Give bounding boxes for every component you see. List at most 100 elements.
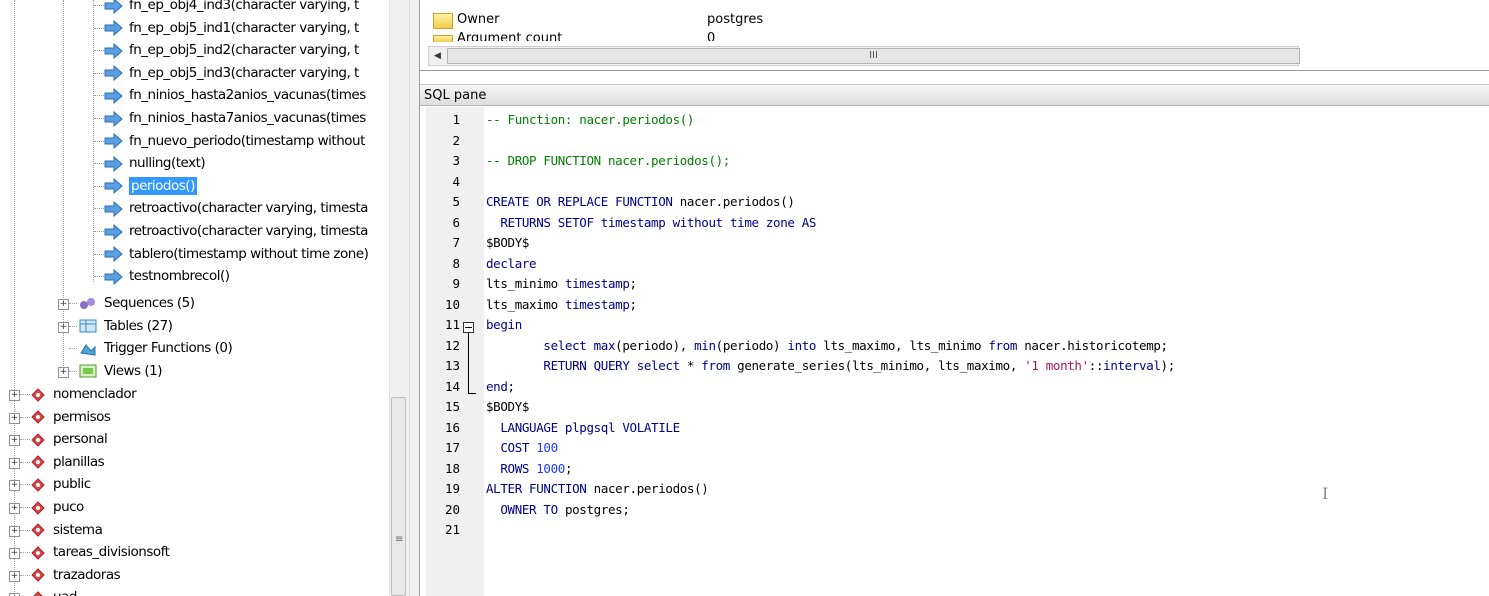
tree-item-label: tareas_divisionsoft <box>53 544 170 561</box>
tree-scrollbar-thumb[interactable] <box>391 397 406 596</box>
tree-item-schema[interactable]: trazadoras <box>31 564 121 587</box>
tree-item-label: nulling(text) <box>129 155 206 172</box>
code-token: timestamp <box>564 276 630 291</box>
tree-item-label: retroactivo(character varying, timesta <box>129 200 368 217</box>
tree-item-function[interactable]: fn_ep_obj4_ind3(character varying, t <box>104 0 359 17</box>
tree-item-collection[interactable]: Sequences (5) <box>78 292 195 315</box>
tree-item-schema[interactable]: permisos <box>31 406 111 429</box>
tree-item-function[interactable]: nulling(text) <box>104 152 206 175</box>
expand-icon[interactable]: + <box>9 480 20 492</box>
code-token: select max <box>543 337 616 353</box>
tree-item-function[interactable]: fn_ninios_hasta7anios_vacunas(times <box>104 107 366 130</box>
schema-icon <box>31 477 45 493</box>
expand-icon[interactable]: + <box>9 457 20 469</box>
tree-branch-line <box>94 163 104 165</box>
function-icon <box>104 200 124 217</box>
code-line: end; <box>486 379 515 394</box>
expand-icon[interactable]: + <box>9 525 20 537</box>
tree-item-label: personal <box>53 431 108 448</box>
expand-icon[interactable]: + <box>9 412 20 424</box>
tree-item-function[interactable]: fn_nuevo_periodo(timestamp without <box>104 130 365 153</box>
tree-item-collection[interactable]: Trigger Functions (0) <box>78 337 233 360</box>
tree-item-function[interactable]: fn_ninios_hasta2anios_vacunas(times <box>104 84 366 107</box>
line-number: 1 <box>452 112 460 127</box>
pane-splitter[interactable] <box>409 0 420 596</box>
tree-item-collection[interactable]: Views (1) <box>78 360 162 383</box>
code-token: ; <box>629 276 638 291</box>
code-token: $BODY$ <box>486 399 530 414</box>
tree-branch-line <box>69 303 77 304</box>
sequences-icon <box>78 296 98 312</box>
code-token: ROWS <box>486 460 537 476</box>
tree-item-label: periodos() <box>129 176 197 195</box>
expand-icon[interactable]: + <box>58 366 69 378</box>
property-name-argcount: Argument count <box>457 31 563 41</box>
tree-guide-line <box>63 0 64 372</box>
expand-icon[interactable]: + <box>58 321 69 333</box>
code-token: '1 month' <box>1024 358 1089 373</box>
tree-item-schema[interactable]: public <box>31 473 91 496</box>
function-icon <box>104 19 124 37</box>
expand-icon[interactable]: + <box>9 435 20 447</box>
code-line: COST 100 <box>486 440 558 455</box>
tree-item-schema[interactable]: nomenclador <box>31 383 137 406</box>
tree-branch-line <box>94 185 104 187</box>
tree-item-function[interactable]: tablero(timestamp without time zone) <box>104 243 369 266</box>
tree-item-label: sistema <box>53 521 103 538</box>
tree-item-label: tablero(timestamp without time zone) <box>129 245 369 262</box>
code-token: timestamp <box>564 296 630 312</box>
properties-scrollbar-thumb[interactable]: III <box>447 48 1300 64</box>
tree-item-function[interactable]: periodos() <box>104 175 197 198</box>
code-line: begin <box>486 317 522 332</box>
schema-icon <box>31 387 45 403</box>
tree-branch-line <box>94 253 104 255</box>
tree-item-schema[interactable]: puco <box>31 496 84 519</box>
expand-icon[interactable]: + <box>9 503 20 514</box>
code-line: ROWS 1000; <box>486 461 572 476</box>
scroll-left-arrow-icon[interactable]: ◀ <box>430 48 445 64</box>
tree-item-schema[interactable]: planillas <box>31 451 105 474</box>
schema-icon <box>31 432 45 448</box>
code-line: declare <box>486 255 537 271</box>
fold-collapse-icon[interactable] <box>463 322 474 333</box>
code-token: declare <box>486 255 537 271</box>
tree-item-label: fn_ep_obj4_ind3(character varying, t <box>129 0 359 13</box>
code-token: -- Function: nacer.periodos() <box>486 112 695 127</box>
tree-item-function[interactable]: fn_ep_obj5_ind3(character varying, t <box>104 62 359 85</box>
tree-item-function[interactable]: fn_ep_obj5_ind2(character varying, t <box>104 39 359 62</box>
line-number: 4 <box>452 173 460 189</box>
code-line: lts_minimo timestamp; <box>486 276 637 291</box>
tree-branch-line <box>94 276 104 278</box>
tree-item-label: Trigger Functions (0) <box>104 340 233 357</box>
tree-item-schema[interactable]: sistema <box>31 519 103 542</box>
line-number: 11 <box>444 317 460 332</box>
tree-item-label: nomenclador <box>53 386 137 402</box>
tree-item-function[interactable]: fn_ep_obj5_ind1(character varying, t <box>104 17 359 40</box>
line-number: 12 <box>444 337 460 353</box>
tree-item-function[interactable]: retroactivo(character varying, timesta <box>104 220 368 243</box>
code-token: RETURN QUERY select <box>543 358 680 373</box>
tree-item-function[interactable]: retroactivo(character varying, timesta <box>104 197 368 220</box>
tree-branch-line <box>94 27 104 29</box>
code-token: end <box>486 378 508 394</box>
object-browser-tree[interactable]: fn_ep_obj4_ind3(character varying, t fn_e… <box>0 0 393 596</box>
code-token: nacer.historicotemp; <box>1017 337 1168 353</box>
expand-icon[interactable]: + <box>9 570 20 582</box>
tree-item-schema[interactable]: uad <box>31 586 77 596</box>
expand-icon[interactable]: + <box>9 548 20 560</box>
tree-item-label: trazadoras <box>53 566 121 583</box>
code-token: from <box>988 337 1018 353</box>
tree-item-label: permisos <box>53 408 111 425</box>
tree-item-collection[interactable]: Tables (27) <box>78 315 173 338</box>
tree-item-schema[interactable]: tareas_divisionsoft <box>31 541 170 564</box>
code-token: into <box>787 337 817 353</box>
function-icon <box>104 87 124 104</box>
tree-item-function[interactable]: testnombrecol() <box>104 265 230 288</box>
expand-icon[interactable]: + <box>9 390 20 401</box>
property-value-clip: 0 <box>707 31 715 41</box>
code-token: generate_series(lts_minimo, lts_maximo, <box>729 358 1025 373</box>
code-line: -- Function: nacer.periodos() <box>486 112 694 127</box>
expand-icon[interactable]: + <box>58 299 69 310</box>
tree-item-schema[interactable]: personal <box>31 428 108 451</box>
tree-item-label: fn_ep_obj5_ind1(character varying, t <box>129 19 359 36</box>
